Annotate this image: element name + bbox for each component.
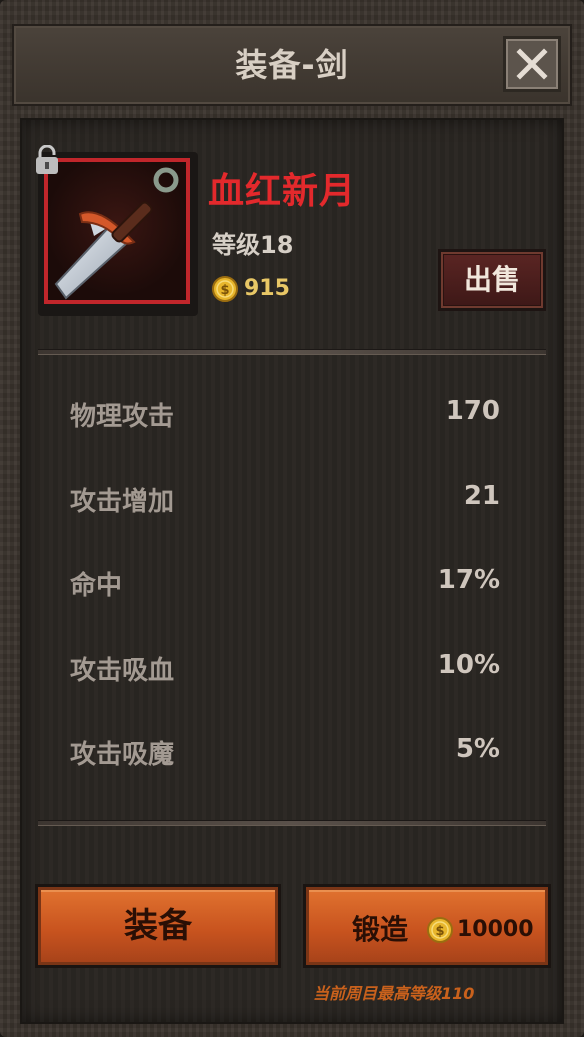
stat-label: 攻击吸血 bbox=[70, 656, 175, 686]
stat-value: 10% bbox=[437, 650, 500, 680]
sword-icon bbox=[54, 167, 179, 300]
divider-bottom bbox=[38, 820, 546, 826]
forge-button-label: 锻造 bbox=[352, 913, 409, 946]
stat-value: 5% bbox=[455, 734, 500, 764]
stat-label: 物理攻击 bbox=[70, 402, 175, 432]
item-name: 血红新月 bbox=[208, 171, 357, 212]
item-level: 等级18 bbox=[212, 231, 294, 259]
lock-icon bbox=[36, 145, 58, 174]
stat-label: 攻击吸魔 bbox=[70, 740, 175, 770]
svg-text:$: $ bbox=[435, 924, 444, 939]
item-icon-frame[interactable] bbox=[44, 158, 190, 304]
stat-label: 攻击增加 bbox=[70, 487, 175, 517]
stat-label: 命中 bbox=[70, 571, 123, 601]
stat-value: 21 bbox=[463, 481, 500, 511]
close-button[interactable] bbox=[503, 36, 561, 92]
equip-button-label: 装备 bbox=[124, 906, 192, 946]
stat-value: 17% bbox=[437, 565, 500, 595]
item-price: 915 bbox=[244, 276, 290, 301]
dialog-title: 装备-剑 bbox=[235, 46, 349, 84]
sell-button[interactable]: 出售 bbox=[441, 252, 543, 308]
svg-text:$: $ bbox=[220, 283, 229, 298]
coin-icon: $ bbox=[427, 917, 453, 943]
coin-icon: $ bbox=[212, 276, 238, 302]
stat-value: 170 bbox=[445, 396, 500, 426]
max-level-note: 当前周目最高等级110 bbox=[313, 984, 475, 1003]
divider-top bbox=[38, 349, 546, 355]
forge-cost: 10000 bbox=[457, 917, 534, 942]
close-icon bbox=[516, 48, 548, 80]
